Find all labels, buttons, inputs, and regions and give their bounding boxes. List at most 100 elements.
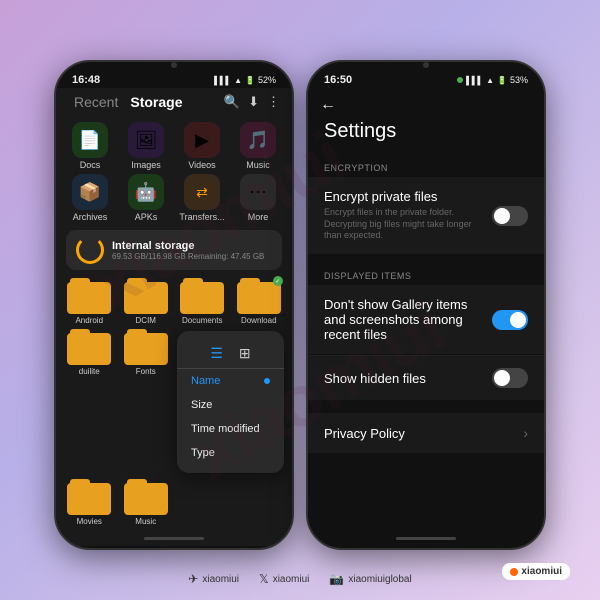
images-label: Images [131,160,161,170]
green-dot [457,77,463,83]
displayed-items-section: DISPLAYED ITEMS Don't show Gallery items… [308,267,544,400]
encrypt-toggle[interactable] [492,206,528,226]
gallery-toggle-item[interactable]: Don't show Gallery items and screenshots… [308,285,544,354]
images-icon: 🖼 [135,130,158,151]
signal-icon: ▌▌▌ [214,76,231,85]
folder-movies[interactable]: Movies [64,479,115,526]
right-phone: 16:50 ▌▌▌ ▲ 🔋 53% ← Settings ENCRYPTION [306,60,546,550]
right-battery-icon: 🔋 [497,76,507,85]
cat-transfers[interactable]: ⇄ Transfers... [176,174,228,222]
folder-icon-android [67,278,111,314]
cat-docs[interactable]: 📄 Docs [64,122,116,170]
sort-view-header: ☰ ⊞ [177,339,284,369]
xiaomiui-badge: xiaomiui [502,563,570,580]
battery-percent: 52% [258,75,276,85]
folder-label-android: Android [75,316,103,325]
folder-grid-row1: Android DCIM Documents [56,274,292,329]
hidden-files-title: Show hidden files [324,371,484,386]
tab-recent[interactable]: Recent [68,92,124,112]
folder-placeholder-2 [234,479,285,526]
folder-icon-duilite [67,329,111,365]
instagram-handle: xiaomiuiglobal [348,574,411,585]
privacy-policy-item[interactable]: Privacy Policy › [308,413,544,453]
storage-detail: 69.53 GB/116.98 GB Remaining: 47.45 GB [112,252,272,261]
encryption-label: ENCRYPTION [308,159,544,177]
hidden-files-toggle[interactable] [492,368,528,388]
cat-videos[interactable]: ▶ Videos [176,122,228,170]
hidden-files-content: Show hidden files [324,371,492,386]
social-instagram: 📷 xiaomiuiglobal [329,572,411,586]
folder-duilite[interactable]: duilite [64,329,115,473]
cat-music[interactable]: 🎵 Music [232,122,284,170]
encryption-section: ENCRYPTION Encrypt private files Encrypt… [308,159,544,254]
settings-title-container: Settings [308,118,544,153]
settings-divider-1 [308,255,544,261]
download-badge: ✓ [273,276,283,286]
download-icon[interactable]: ⬇ [248,94,259,110]
privacy-section: Privacy Policy › [308,413,544,453]
encrypt-files-title: Encrypt private files [324,189,484,204]
instagram-icon: 📷 [329,572,344,586]
right-battery-percent: 53% [510,75,528,85]
gallery-toggle-title: Don't show Gallery items and screenshots… [324,297,484,342]
right-wifi-icon: ▲ [486,76,494,85]
music-icon: 🎵 [247,130,269,151]
gallery-toggle[interactable] [492,310,528,330]
sort-time[interactable]: Time modified [177,417,284,441]
search-icon[interactable]: 🔍 [224,94,240,110]
tab-storage[interactable]: Storage [124,92,188,112]
sort-name[interactable]: Name [177,369,284,393]
folder-icon-movies [67,479,111,515]
folder-music-2[interactable]: Music [121,479,172,526]
apks-icon: 🤖 [135,182,157,203]
left-phone: 16:48 ▌▌▌ ▲ 🔋 52% Recent Storage 🔍 ⬇ ⋮ [54,60,294,550]
folder-icon-fonts [124,329,168,365]
top-tabs: Recent Storage 🔍 ⬇ ⋮ [56,88,292,116]
twitter-icon: 𝕏 [259,572,269,586]
social-twitter: 𝕏 xiaomiui [259,572,309,586]
list-view-icon[interactable]: ☰ [206,343,227,364]
settings-divider-2 [308,401,544,407]
cat-more[interactable]: ⋯ More [232,174,284,222]
folder-grid-row3: Movies Music [64,479,284,526]
folder-icon-documents [180,278,224,314]
storage-bar: Internal storage 69.53 GB/116.98 GB Rema… [66,230,282,270]
sort-type-label: Type [191,447,215,459]
cat-images[interactable]: 🖼 Images [120,122,172,170]
hidden-files-toggle-knob [494,370,510,386]
folder-icon-music [124,479,168,515]
sort-type[interactable]: Type [177,441,284,465]
sort-size[interactable]: Size [177,393,284,417]
sort-size-label: Size [191,399,212,411]
battery-icon: 🔋 [245,76,255,85]
top-actions: 🔍 ⬇ ⋮ [224,94,280,110]
hidden-files-item[interactable]: Show hidden files [308,356,544,400]
folder-icon-download: ✓ [237,278,281,314]
cat-apks[interactable]: 🤖 APKs [120,174,172,222]
folder-label-dcim: DCIM [136,316,156,325]
encrypt-files-item[interactable]: Encrypt private files Encrypt files in t… [308,177,544,254]
cat-archives[interactable]: 📦 Archives [64,174,116,222]
folder-download[interactable]: ✓ Download [234,278,285,325]
more-icon[interactable]: ⋮ [267,94,280,110]
wifi-icon: ▲ [234,76,242,85]
storage-info: Internal storage 69.53 GB/116.98 GB Rema… [112,240,272,261]
folder-label-fonts: Fonts [136,367,156,376]
folder-placeholder-1 [177,479,228,526]
gallery-toggle-knob [510,312,526,328]
folder-label-music: Music [135,517,156,526]
telegram-handle: xiaomiui [202,574,239,585]
folder-android[interactable]: Android [64,278,115,325]
folder-dcim[interactable]: DCIM [121,278,172,325]
back-button[interactable]: ← [320,96,336,114]
telegram-icon: ✈ [188,572,198,586]
encrypt-toggle-knob [494,208,510,224]
left-content: Recent Storage 🔍 ⬇ ⋮ 📄 Docs [56,88,292,546]
sort-name-label: Name [191,375,220,387]
folder-label-documents: Documents [182,316,222,325]
folder-fonts[interactable]: Fonts [121,329,172,473]
folder-documents[interactable]: Documents [177,278,228,325]
folder-label-duilite: duilite [79,367,100,376]
more-label: More [248,212,269,222]
grid-view-icon[interactable]: ⊞ [235,343,255,364]
